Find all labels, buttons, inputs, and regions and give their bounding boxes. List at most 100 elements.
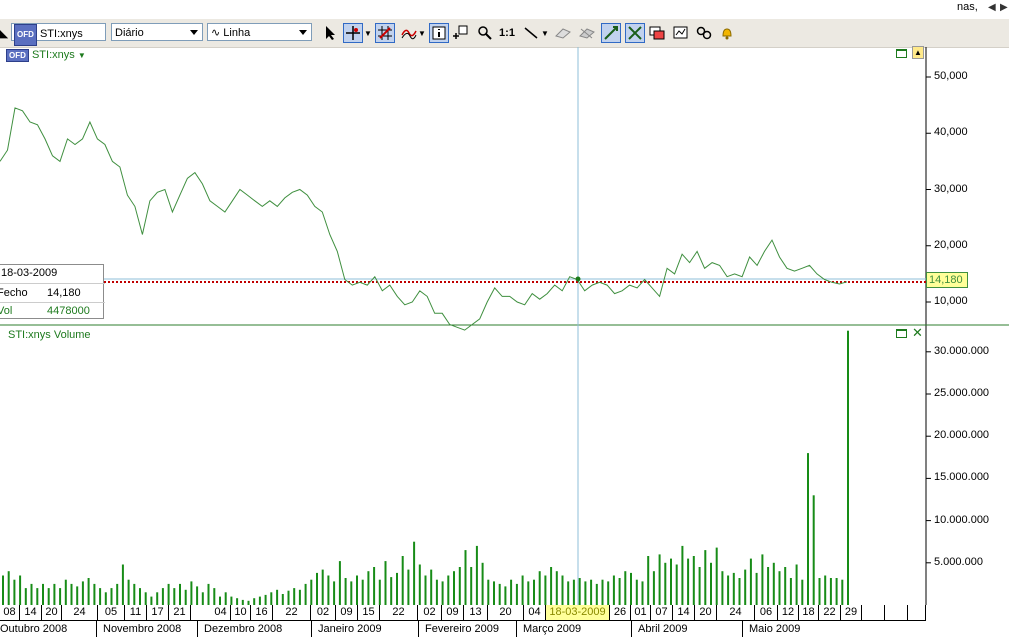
volume-bar: [264, 594, 267, 605]
x-tick-day: 16: [251, 605, 273, 620]
volume-bar: [624, 571, 627, 605]
x-tick-day: 09: [336, 605, 358, 620]
x-tick-day: 11: [125, 605, 147, 620]
scroll-left-icon[interactable]: ◀: [988, 2, 996, 13]
scale-pin-icon[interactable]: ▲: [912, 46, 924, 59]
chart-window-icon[interactable]: [671, 23, 691, 43]
chevron-down-icon: [299, 30, 307, 35]
zoom-reset-icon[interactable]: 1:1: [497, 23, 517, 43]
volume-y-tick-label: 25.000.000: [934, 387, 990, 399]
auto-scale-icon[interactable]: [601, 23, 621, 43]
volume-bar: [510, 579, 513, 605]
volume-bar: [110, 588, 113, 605]
volume-bar: [19, 575, 22, 605]
period-select[interactable]: Diário: [111, 23, 203, 41]
volume-bar: [281, 594, 284, 605]
chevron-down-icon[interactable]: ▼: [363, 23, 373, 43]
volume-bar: [772, 562, 775, 605]
chevron-down-icon[interactable]: ▼: [417, 23, 427, 43]
volume-bar: [2, 575, 4, 605]
volume-bar: [230, 596, 233, 605]
chart-canvas: [0, 47, 1009, 605]
windows-icon[interactable]: [647, 23, 667, 43]
volume-bar: [190, 581, 193, 605]
info-icon[interactable]: [429, 23, 449, 43]
volume-bar: [201, 592, 204, 605]
volume-bar: [424, 575, 427, 605]
line-chart-icon: ∿: [211, 27, 221, 39]
chart-type-select[interactable]: ∿ Linha: [207, 23, 312, 41]
x-tick-month: Janeiro 2009: [311, 621, 418, 637]
volume-bar: [664, 562, 667, 605]
volume-bar: [7, 571, 10, 605]
volume-bar: [692, 556, 695, 605]
volume-bar: [567, 581, 570, 605]
volume-bar: [253, 598, 256, 605]
trendline-tool-icon[interactable]: [521, 23, 541, 43]
volume-bar: [36, 588, 39, 605]
volume-bar: [378, 579, 381, 605]
volume-bar: [361, 579, 364, 605]
x-tick-month: Dezembro 2008: [197, 621, 311, 637]
symbol-input[interactable]: OFD STI:xnys: [11, 23, 106, 46]
volume-bar: [715, 547, 718, 605]
x-tick-day: 24: [717, 605, 755, 620]
top-strip: nas, ◀ ▶: [0, 0, 1009, 18]
eraser-icon[interactable]: [553, 23, 573, 43]
volume-bar: [99, 588, 102, 605]
volume-bar: [447, 575, 450, 605]
volume-bar: [550, 567, 553, 605]
crosshair-tool-icon[interactable]: [343, 23, 363, 43]
volume-bar: [818, 578, 821, 605]
alert-bell-icon[interactable]: [717, 23, 737, 43]
x-tick-day: 07: [651, 605, 673, 620]
price-line: [0, 107, 848, 331]
volume-bar: [156, 592, 159, 605]
volume-bar: [24, 588, 27, 605]
erase-all-icon[interactable]: [577, 23, 597, 43]
chevron-down-icon: ▼: [77, 51, 86, 60]
close-icon[interactable]: ✕: [912, 325, 923, 341]
x-tick-day: 06: [755, 605, 778, 620]
volume-bar: [515, 583, 518, 605]
period-value: Diário: [115, 27, 144, 39]
volume-bar: [310, 579, 313, 605]
volume-bar: [196, 586, 199, 605]
volume-bar: [595, 583, 598, 605]
link-icon[interactable]: [694, 23, 714, 43]
maximize-panel-icon[interactable]: [896, 49, 907, 58]
x-tick-day: 04: [211, 605, 231, 620]
grid-toggle-icon[interactable]: [375, 23, 395, 43]
x-tick-day: 22: [273, 605, 311, 620]
maximize-panel-icon[interactable]: [896, 329, 907, 338]
chart-type-value: Linha: [223, 27, 251, 39]
volume-bar: [498, 583, 501, 605]
volume-bar: [481, 562, 484, 605]
indicator-icon[interactable]: [399, 23, 419, 43]
scroll-right-icon[interactable]: ▶: [1000, 2, 1008, 13]
x-tick-day: 09: [442, 605, 464, 620]
volume-bar: [384, 561, 387, 605]
price-y-tick-label: 40,000: [934, 126, 968, 139]
toolbar-grip-icon[interactable]: ◣: [0, 23, 8, 43]
volume-bar: [504, 586, 507, 605]
price-panel-title[interactable]: OFD STI:xnys ▼: [6, 49, 86, 62]
volume-bar: [161, 588, 164, 605]
chevron-down-icon[interactable]: ▼: [540, 23, 550, 43]
zoom-icon[interactable]: [475, 23, 495, 43]
symbol-type-icon: OFD: [6, 49, 29, 62]
x-tick-month: Abril 2009: [631, 621, 742, 637]
volume-bar: [121, 564, 124, 605]
volume-bar: [601, 579, 604, 605]
add-text-icon[interactable]: [451, 23, 471, 43]
volume-bar: [641, 581, 644, 605]
x-tick-day: 05: [98, 605, 125, 620]
x-tick-day: 14: [673, 605, 695, 620]
volume-panel-title[interactable]: STI:xnys Volume: [8, 329, 91, 341]
volume-bar: [87, 578, 90, 605]
volume-bar: [373, 567, 376, 605]
split-view-icon[interactable]: [625, 23, 645, 43]
pointer-tool-icon[interactable]: [320, 23, 340, 43]
price-y-tick-label: 30,000: [934, 182, 968, 195]
x-tick-month: Fevereiro 2009: [418, 621, 516, 637]
